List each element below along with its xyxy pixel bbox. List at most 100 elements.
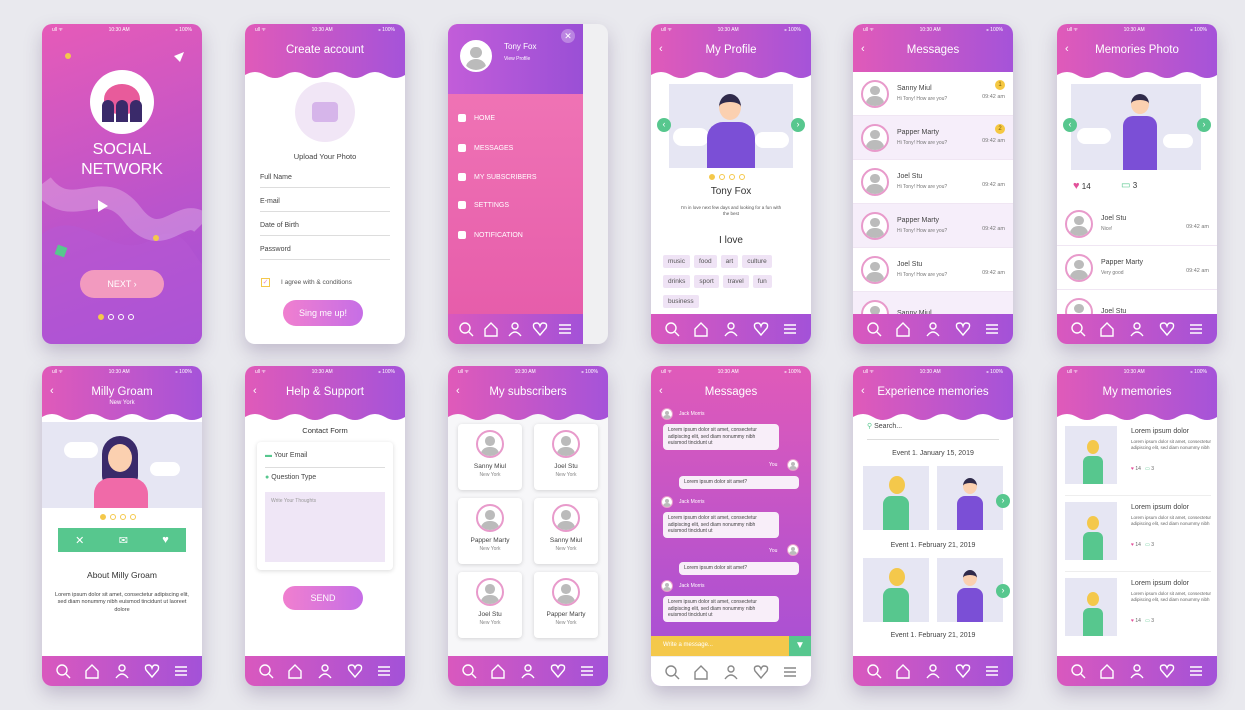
search-icon[interactable] [1070,663,1086,679]
chat-icon[interactable]: ▭ [1145,618,1150,624]
menu-icon[interactable] [782,664,798,680]
next-button[interactable]: NEXT › [80,270,164,298]
sidebar-item-settings[interactable]: SETTINGS [458,201,509,209]
menu-icon[interactable] [579,663,595,679]
menu-icon[interactable] [984,663,1000,679]
agree-checkbox[interactable]: ✓ [261,278,270,287]
likes[interactable]: ♥ 14 [1073,180,1091,192]
send-button[interactable]: SEND [283,586,363,610]
profile-icon[interactable] [507,321,523,337]
search-input[interactable]: ⚲ Search... [867,422,999,440]
prev-arrow-icon[interactable]: ‹ [1063,118,1077,132]
profile-icon[interactable] [723,321,739,337]
tag[interactable]: travel [722,275,749,288]
avatar[interactable] [460,40,492,72]
tag[interactable]: music [663,255,690,268]
sidebar-item-messages[interactable]: MESSAGES [458,144,513,152]
full-name-field[interactable]: Full Name [260,166,390,188]
subscriber-card[interactable]: Papper Marty New York [458,498,522,564]
heart-icon[interactable] [347,663,363,679]
search-icon[interactable] [258,663,274,679]
profile-icon[interactable] [925,321,941,337]
event-photo[interactable] [937,466,1003,530]
search-icon[interactable] [1070,321,1086,337]
list-item[interactable]: Papper Marty Very good 09:42 am [1057,246,1217,290]
home-icon[interactable] [693,664,709,680]
close-icon[interactable]: ✕ [75,534,84,547]
menu-icon[interactable] [376,663,392,679]
tag[interactable]: art [720,255,739,268]
search-icon[interactable] [866,321,882,337]
prev-arrow-icon[interactable]: ‹ [657,118,671,132]
next-arrow-icon[interactable]: › [996,584,1010,598]
chat-icon[interactable]: ▭ [1145,466,1150,472]
tag[interactable]: culture [742,255,772,268]
view-profile-link[interactable]: View Profile [504,56,530,62]
heart-icon[interactable] [1159,663,1175,679]
subscriber-card[interactable]: Sanny Miul New York [458,424,522,490]
message-input[interactable]: Write a message... ▼ [651,636,811,656]
password-field[interactable]: Password [260,238,390,260]
list-item[interactable]: Joel Stu Nice! 09:42 am [1057,202,1217,246]
event-photo[interactable] [937,558,1003,622]
subscriber-card[interactable]: Papper Marty New York [534,572,598,638]
list-item[interactable]: Joel Stu Hi Tony! How are you? 09:42 am [853,160,1013,204]
search-icon[interactable] [458,321,474,337]
email-field[interactable]: ▬ Your Email [265,452,385,468]
menu-icon[interactable] [557,321,573,337]
event-photo[interactable] [863,466,929,530]
chat-icon[interactable]: ▭ [1145,542,1150,548]
home-icon[interactable] [895,321,911,337]
heart-icon[interactable] [532,321,548,337]
search-icon[interactable] [461,663,477,679]
question-type-select[interactable]: ● Question Type [265,474,385,488]
list-item[interactable]: Lorem ipsum dolor Lorem ipsum dolor sit … [1065,574,1211,648]
menu-icon[interactable] [1188,663,1204,679]
heart-icon[interactable]: ♥ [1131,542,1134,548]
profile-icon[interactable] [317,663,333,679]
tag[interactable]: food [693,255,717,268]
profile-icon[interactable] [520,663,536,679]
menu-icon[interactable] [1188,321,1204,337]
list-item[interactable]: Lorem ipsum dolor Lorem ipsum dolor sit … [1065,422,1211,496]
list-item[interactable]: Lorem ipsum dolor Lorem ipsum dolor sit … [1065,498,1211,572]
list-item[interactable]: Papper Marty Hi Tony! How are you? 2 09:42 … [853,116,1013,160]
heart-icon[interactable]: ♥ [1131,466,1134,472]
profile-icon[interactable] [1129,663,1145,679]
home-icon[interactable] [1099,663,1115,679]
profile-icon[interactable] [925,663,941,679]
tag[interactable]: fun [752,275,772,288]
home-icon[interactable] [287,663,303,679]
home-icon[interactable] [693,321,709,337]
search-icon[interactable] [55,663,71,679]
menu-icon[interactable] [782,321,798,337]
heart-icon[interactable] [550,663,566,679]
list-item[interactable]: Papper Marty Hi Tony! How are you? 09:42 a… [853,204,1013,248]
next-arrow-icon[interactable]: › [1197,118,1211,132]
menu-icon[interactable] [984,321,1000,337]
heart-icon[interactable]: ♥ [1131,618,1134,624]
heart-icon[interactable] [753,664,769,680]
email-field[interactable]: E-mail [260,190,390,212]
heart-icon[interactable]: ♥ [162,534,169,546]
subscriber-card[interactable]: Joel Stu New York [534,424,598,490]
subscriber-card[interactable]: Sanny Miul New York [534,498,598,564]
dob-field[interactable]: Date of Birth [260,214,390,236]
tag[interactable]: business [663,295,699,308]
search-icon[interactable] [664,664,680,680]
search-icon[interactable] [664,321,680,337]
sidebar-item-home[interactable]: HOME [458,114,495,122]
next-arrow-icon[interactable]: › [791,118,805,132]
close-icon[interactable]: ✕ [561,29,575,43]
profile-icon[interactable] [723,664,739,680]
home-icon[interactable] [895,663,911,679]
signup-button[interactable]: Sing me up! [283,300,363,326]
menu-icon[interactable] [173,663,189,679]
list-item[interactable]: Sanny Miul Hi Tony! How are you? 1 09:42 am [853,72,1013,116]
heart-icon[interactable] [1159,321,1175,337]
sidebar-item-subscribers[interactable]: MY SUBSCRIBERS [458,173,537,181]
next-arrow-icon[interactable]: › [996,494,1010,508]
home-icon[interactable] [490,663,506,679]
event-photo[interactable] [863,558,929,622]
sidebar-item-notification[interactable]: NOTIFICATION [458,231,523,239]
